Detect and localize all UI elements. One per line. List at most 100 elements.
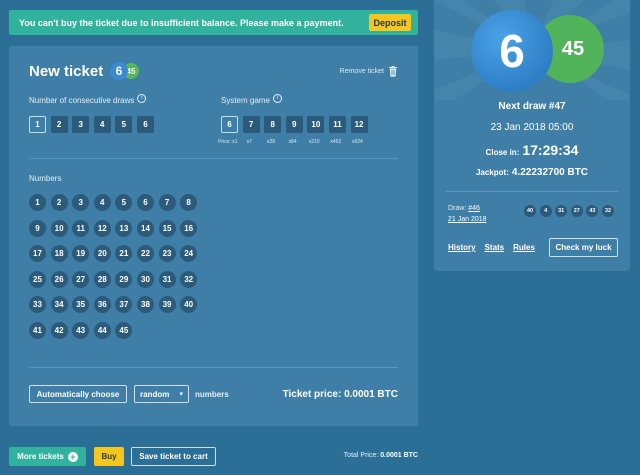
previous-draw-date-link[interactable]: 21 Jan 2018: [448, 216, 487, 223]
number-ball[interactable]: 5: [115, 194, 133, 211]
number-ball[interactable]: 21: [115, 245, 133, 263]
system-game-option[interactable]: 7: [242, 116, 260, 133]
deposit-button[interactable]: Deposit: [369, 14, 411, 31]
number-ball[interactable]: 40: [180, 296, 198, 314]
system-game-option[interactable]: 9: [285, 116, 303, 133]
number-ball[interactable]: 38: [136, 296, 154, 314]
number-ball[interactable]: 39: [158, 296, 176, 314]
price-multiplier: x924: [351, 139, 363, 145]
system-game-option[interactable]: 12: [350, 116, 368, 133]
price-multiplier: x462: [330, 139, 342, 145]
consecutive-draw-option[interactable]: 6: [136, 116, 154, 133]
divider: [29, 158, 398, 159]
number-ball[interactable]: 18: [50, 245, 68, 263]
number-ball[interactable]: 36: [93, 296, 111, 314]
number-ball[interactable]: 26: [50, 270, 68, 288]
number-ball[interactable]: 37: [115, 296, 133, 314]
system-game-option[interactable]: 10: [307, 116, 325, 133]
remove-ticket-button[interactable]: Remove ticket: [340, 66, 398, 77]
number-ball[interactable]: 7: [158, 194, 176, 211]
save-ticket-to-cart-button[interactable]: Save ticket to cart: [131, 447, 216, 466]
system-game-options: 6 7 8 9 10 11 12: [221, 116, 372, 133]
number-ball[interactable]: 28: [93, 270, 111, 288]
random-select[interactable]: random ▾: [134, 385, 189, 403]
number-ball[interactable]: 30: [136, 270, 154, 288]
draw-panel: 45 6 Next draw #47 23 Jan 2018 05:00 Clo…: [434, 0, 630, 271]
draw-logo-ball-main: 6: [471, 10, 553, 92]
consecutive-draw-option[interactable]: 3: [72, 116, 90, 133]
price-multiplier: x7: [246, 139, 253, 145]
numbers-grid: 1 2 3 4 5 6 7 8 9 10 11 12 13 14 15 16 17 18 19 20 21 22 23 24 2…: [29, 194, 209, 339]
number-ball[interactable]: 9: [29, 219, 46, 237]
number-ball[interactable]: 19: [72, 245, 90, 263]
link-history[interactable]: History: [448, 243, 476, 252]
number-ball[interactable]: 43: [72, 321, 90, 339]
number-ball[interactable]: 17: [29, 245, 46, 263]
info-icon[interactable]: i: [272, 93, 282, 103]
consecutive-draw-option[interactable]: 5: [115, 116, 133, 133]
buy-button[interactable]: Buy: [94, 447, 124, 466]
insufficient-balance-alert: You can't buy the ticket due to insuffic…: [9, 10, 418, 35]
info-icon[interactable]: i: [137, 93, 147, 103]
ticket-panel: New ticket 6 45 Remove ticket Number of …: [9, 46, 418, 426]
previous-draw-balls: 40 4 31 27 43 32: [524, 205, 618, 217]
number-ball[interactable]: 13: [115, 219, 133, 237]
chevron-down-icon: ▾: [179, 391, 183, 398]
number-ball[interactable]: 24: [180, 245, 198, 263]
divider: [29, 367, 398, 368]
system-game-option[interactable]: 8: [264, 116, 282, 133]
number-ball[interactable]: 34: [50, 296, 68, 314]
total-price: Total Price: 0.0001 BTC: [344, 452, 418, 459]
next-draw-title: Next draw #47: [498, 101, 566, 112]
number-ball[interactable]: 42: [50, 321, 68, 339]
link-stats[interactable]: Stats: [485, 243, 505, 252]
drawn-number-ball: 4: [539, 205, 552, 217]
number-ball[interactable]: 1: [29, 194, 46, 211]
number-ball[interactable]: 45: [115, 321, 133, 339]
consecutive-draw-option[interactable]: 4: [93, 116, 111, 133]
number-ball[interactable]: 44: [93, 321, 111, 339]
number-ball[interactable]: 31: [158, 270, 176, 288]
number-ball[interactable]: 3: [72, 194, 90, 211]
consecutive-draw-option[interactable]: 2: [50, 116, 68, 133]
previous-draw-info: Draw: #46 21 Jan 2018: [448, 203, 487, 225]
number-ball[interactable]: 35: [72, 296, 90, 314]
ticket-price: Ticket price: 0.0001 BTC: [282, 389, 398, 400]
check-my-luck-button[interactable]: Check my luck: [549, 238, 618, 257]
number-ball[interactable]: 12: [93, 219, 111, 237]
number-ball[interactable]: 8: [180, 194, 198, 211]
number-ball[interactable]: 33: [29, 296, 46, 314]
number-ball[interactable]: 4: [93, 194, 111, 211]
number-ball[interactable]: 23: [158, 245, 176, 263]
link-rules[interactable]: Rules: [513, 243, 535, 252]
number-ball[interactable]: 22: [136, 245, 154, 263]
number-ball[interactable]: 16: [180, 219, 198, 237]
number-ball[interactable]: 2: [50, 194, 68, 211]
number-ball[interactable]: 25: [29, 270, 46, 288]
number-ball[interactable]: 6: [136, 194, 154, 211]
system-game-option[interactable]: 6: [221, 116, 238, 133]
consecutive-draw-option[interactable]: 1: [29, 116, 46, 133]
numbers-suffix: numbers: [195, 390, 229, 399]
number-ball[interactable]: 32: [180, 270, 198, 288]
more-tickets-label: More tickets: [17, 452, 64, 461]
number-ball[interactable]: 27: [72, 270, 90, 288]
number-ball[interactable]: 15: [158, 219, 176, 237]
more-tickets-button[interactable]: More tickets +: [9, 447, 86, 466]
close-in-row: Close in: 17:29:34: [434, 142, 630, 158]
numbers-label: Numbers: [29, 174, 62, 183]
divider: [446, 191, 618, 192]
number-ball[interactable]: 20: [93, 245, 111, 263]
consecutive-draws-options: 123456: [29, 116, 159, 133]
number-ball[interactable]: 41: [29, 321, 46, 339]
automatically-choose-button[interactable]: Automatically choose: [29, 385, 127, 403]
drawn-number-ball: 27: [570, 205, 583, 217]
number-ball[interactable]: 14: [136, 219, 154, 237]
number-ball[interactable]: 10: [50, 219, 68, 237]
price-multiplier: x28: [266, 139, 276, 145]
number-ball[interactable]: 29: [115, 270, 133, 288]
number-ball[interactable]: 11: [72, 219, 90, 237]
system-game-option[interactable]: 11: [328, 116, 346, 133]
previous-draw-link[interactable]: #46: [468, 205, 480, 212]
plus-icon: +: [67, 451, 78, 462]
